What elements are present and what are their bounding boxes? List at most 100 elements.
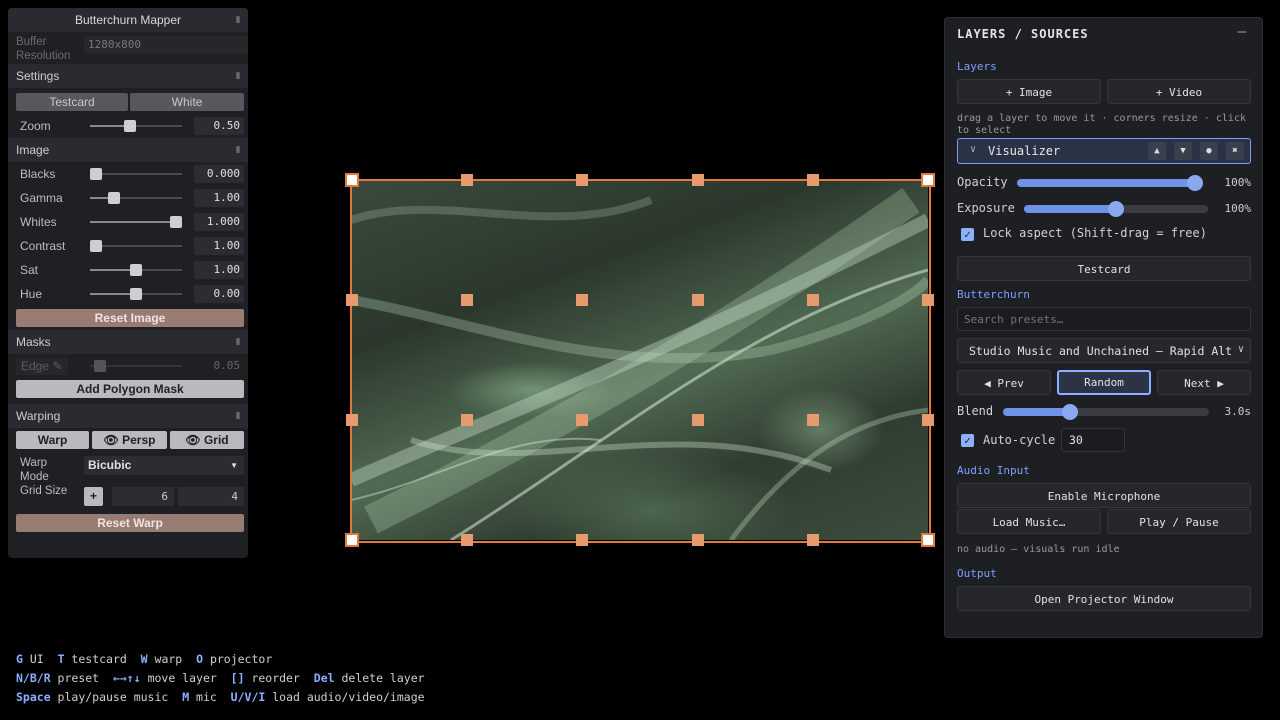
warp-grid-handle[interactable]: [576, 414, 589, 426]
edge-field[interactable]: Edge ✎: [16, 358, 68, 375]
collapse-icon[interactable]: ⦀: [236, 8, 240, 32]
testcard-button[interactable]: Testcard: [957, 256, 1251, 281]
prev-preset-button[interactable]: ◀ Prev: [957, 370, 1051, 395]
warp-grid-handle[interactable]: [922, 294, 934, 306]
minimize-icon[interactable]: —: [1238, 24, 1246, 40]
warp-grid-handle[interactable]: [806, 534, 819, 546]
blend-knob[interactable]: [1061, 404, 1078, 420]
collapse-icon[interactable]: ⦀: [236, 404, 240, 428]
image-param-value[interactable]: 1.00: [194, 237, 244, 255]
image-param-value[interactable]: 1.00: [194, 261, 244, 279]
white-button[interactable]: White: [130, 93, 244, 111]
warp-grid-handle[interactable]: [576, 294, 589, 306]
zoom-value[interactable]: 0.50: [194, 117, 244, 135]
reset-image-button[interactable]: Reset Image: [16, 309, 244, 327]
layer-selection-frame[interactable]: [350, 179, 931, 543]
image-param-slider[interactable]: [90, 264, 182, 276]
warp-grid-handle[interactable]: [691, 534, 704, 546]
warp-tab[interactable]: Warp: [16, 431, 89, 449]
persp-tab[interactable]: 👁︎ Persp: [92, 431, 167, 449]
warp-grid-handle[interactable]: [922, 414, 934, 426]
exposure-knob[interactable]: [1108, 201, 1124, 217]
warp-grid-handle[interactable]: [576, 174, 589, 186]
grid-y-input[interactable]: 4: [178, 487, 244, 506]
warp-grid-handle[interactable]: [691, 174, 704, 186]
warp-grid-handle[interactable]: [461, 294, 474, 306]
open-projector-button[interactable]: Open Projector Window: [957, 586, 1251, 611]
plus-icon[interactable]: +: [84, 487, 103, 506]
collapse-icon[interactable]: ⦀: [236, 330, 240, 354]
slider-knob[interactable]: [130, 264, 142, 276]
warp-grid-handle[interactable]: [576, 534, 589, 546]
corner-resize-handle[interactable]: [345, 533, 359, 547]
grid-x-input[interactable]: 6: [112, 487, 174, 506]
autocycle-checkbox[interactable]: ✓: [961, 434, 974, 447]
warp-grid-handle[interactable]: [346, 414, 358, 426]
testcard-button[interactable]: Testcard: [16, 93, 128, 111]
play-pause-button[interactable]: Play / Pause: [1107, 509, 1251, 534]
random-preset-button[interactable]: Random: [1057, 370, 1151, 395]
preset-search-input[interactable]: [957, 307, 1251, 331]
next-preset-button[interactable]: Next ▶: [1157, 370, 1251, 395]
image-param-value[interactable]: 0.000: [194, 165, 244, 183]
move-up-icon[interactable]: ▲: [1148, 142, 1166, 160]
image-param-slider[interactable]: [90, 216, 182, 228]
enable-microphone-button[interactable]: Enable Microphone: [957, 483, 1251, 508]
warp-grid-handle[interactable]: [461, 534, 474, 546]
warp-grid-handle[interactable]: [691, 294, 704, 306]
edge-slider[interactable]: [90, 360, 182, 372]
corner-resize-handle[interactable]: [921, 173, 935, 187]
warping-section-header[interactable]: Warping ⦀: [8, 404, 248, 428]
layer-item-visualizer[interactable]: ∨ Visualizer ▲ ▼ ● ✖: [957, 138, 1251, 164]
edge-knob[interactable]: [94, 360, 106, 372]
warp-grid-handle[interactable]: [806, 174, 819, 186]
move-down-icon[interactable]: ▼: [1174, 142, 1192, 160]
panel-title[interactable]: Butterchurn Mapper ⦀: [8, 8, 248, 32]
slider-knob[interactable]: [130, 288, 142, 300]
settings-section-header[interactable]: Settings ⦀: [8, 64, 248, 88]
reset-warp-button[interactable]: Reset Warp: [16, 514, 244, 532]
slider-knob[interactable]: [107, 192, 120, 204]
help-key: []: [230, 671, 245, 685]
collapse-icon[interactable]: ⦀: [236, 64, 240, 88]
image-param-value[interactable]: 1.000: [194, 213, 244, 231]
slider-knob[interactable]: [90, 168, 102, 180]
slider-knob[interactable]: [90, 240, 102, 252]
warp-grid-handle[interactable]: [461, 174, 474, 186]
slider-knob[interactable]: [170, 216, 182, 228]
load-music-button[interactable]: Load Music…: [957, 509, 1101, 534]
blend-slider[interactable]: [1003, 404, 1209, 420]
masks-section-header[interactable]: Masks ⦀: [8, 330, 248, 354]
image-param-slider[interactable]: [90, 192, 182, 204]
warp-mode-select[interactable]: Bicubic ▼: [84, 456, 244, 475]
corner-resize-handle[interactable]: [921, 533, 935, 547]
image-param-slider[interactable]: [90, 288, 182, 300]
visibility-dot-icon[interactable]: ●: [1200, 142, 1218, 160]
image-section-header[interactable]: Image ⦀: [8, 138, 248, 162]
opacity-slider[interactable]: [1017, 175, 1203, 191]
warp-grid-handle[interactable]: [691, 414, 704, 426]
image-param-slider[interactable]: [90, 168, 182, 180]
warp-grid-handle[interactable]: [806, 294, 819, 306]
add-image-button[interactable]: + Image: [957, 79, 1101, 104]
delete-icon[interactable]: ✖: [1226, 142, 1244, 160]
image-param-value[interactable]: 1.00: [194, 189, 244, 207]
zoom-slider[interactable]: [90, 120, 182, 132]
preset-select[interactable]: Studio Music and Unchained — Rapid Alte …: [957, 338, 1251, 363]
warp-grid-handle[interactable]: [346, 294, 358, 306]
zoom-knob[interactable]: [124, 120, 137, 132]
add-polygon-mask-button[interactable]: Add Polygon Mask: [16, 380, 244, 398]
collapse-icon[interactable]: ⦀: [236, 138, 240, 162]
warp-grid-handle[interactable]: [461, 414, 474, 426]
chevron-down-icon[interactable]: ∨: [970, 144, 976, 155]
corner-resize-handle[interactable]: [345, 173, 359, 187]
image-param-value[interactable]: 0.00: [194, 285, 244, 303]
add-video-button[interactable]: + Video: [1107, 79, 1251, 104]
warp-grid-handle[interactable]: [806, 414, 819, 426]
grid-tab[interactable]: 👁︎ Grid: [170, 431, 244, 449]
exposure-slider[interactable]: [1024, 201, 1208, 217]
image-param-slider[interactable]: [90, 240, 182, 252]
autocycle-seconds-input[interactable]: 30: [1061, 428, 1125, 452]
lock-aspect-checkbox[interactable]: ✓: [961, 228, 974, 241]
opacity-knob[interactable]: [1187, 175, 1203, 191]
